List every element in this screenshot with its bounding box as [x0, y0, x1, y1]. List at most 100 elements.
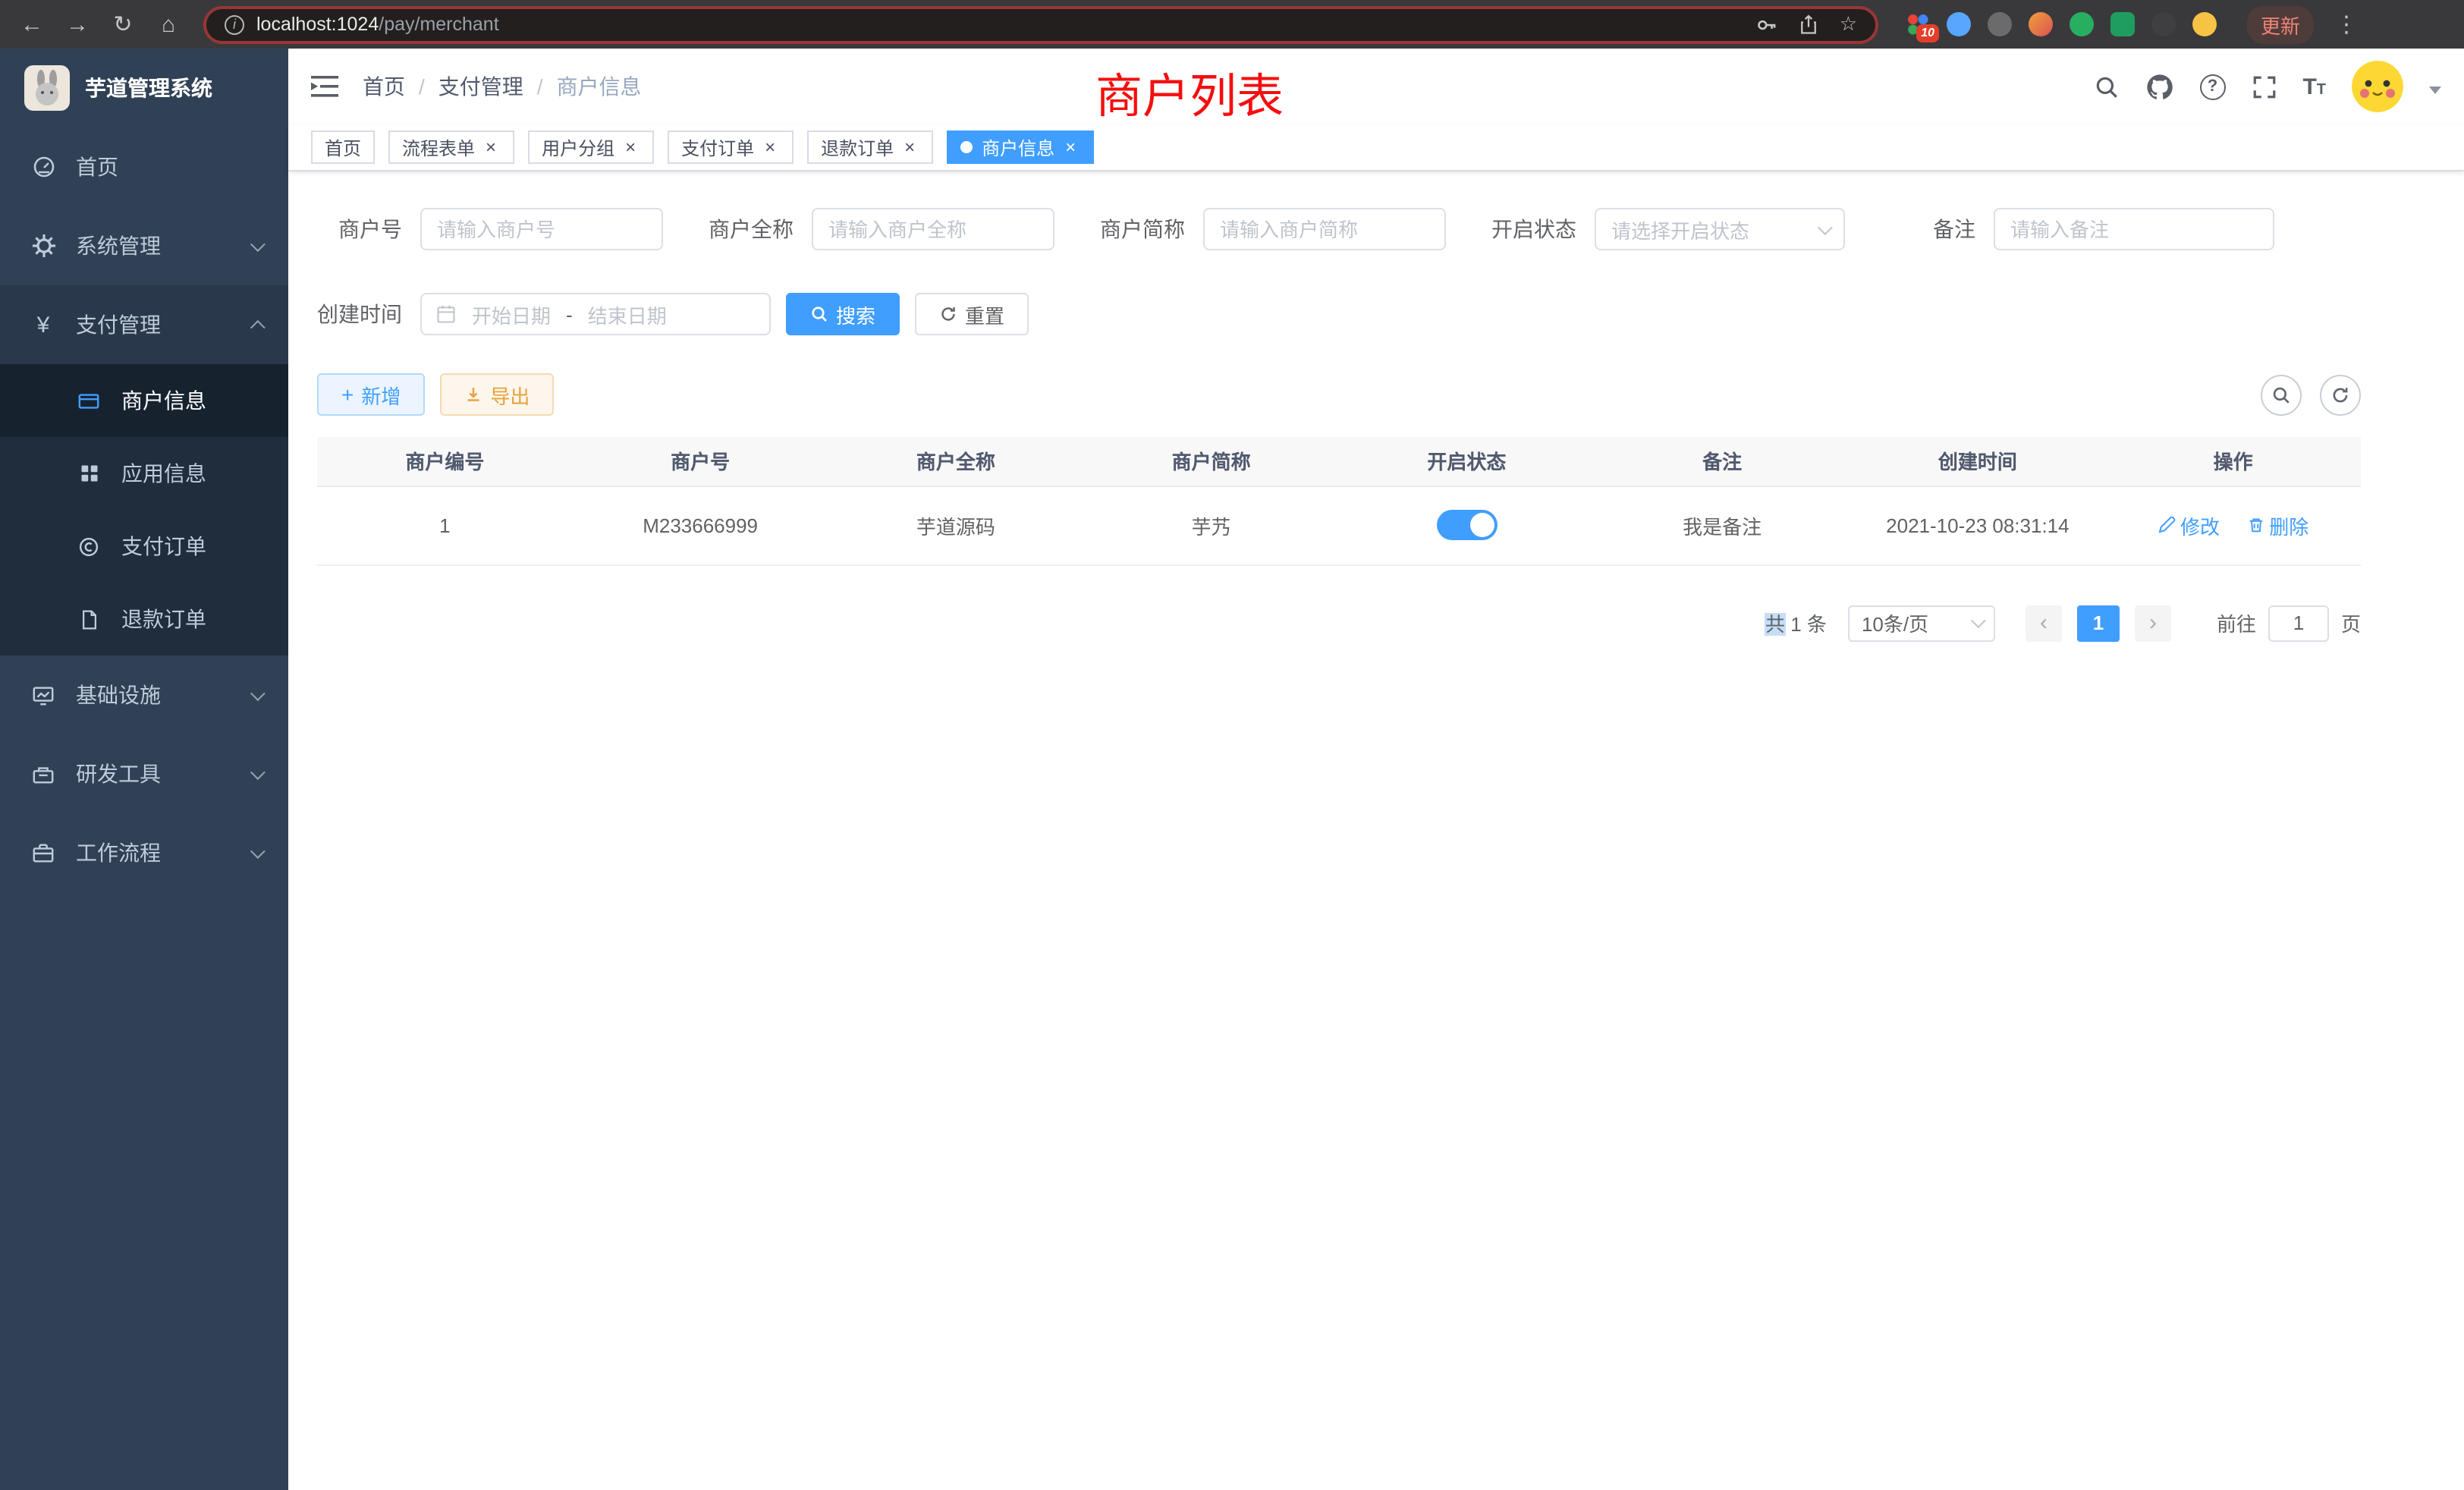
sidebar-item-app-info[interactable]: 应用信息 [0, 437, 288, 510]
browser-toolbar: ← → ↻ ⌂ i localhost:1024/pay/merchant ☆ … [0, 0, 2464, 49]
table-header-row: 商户编号 商户号 商户全称 商户简称 开启状态 备注 创建时间 操作 [317, 437, 2361, 486]
dashboard-icon [30, 154, 56, 180]
share-icon[interactable] [1799, 13, 1820, 36]
status-select[interactable]: 请选择开启状态 [1595, 208, 1845, 250]
column-header: 创建时间 [1850, 437, 2106, 486]
font-size-icon[interactable]: TT [2302, 75, 2326, 98]
status-toggle[interactable] [1436, 510, 1497, 540]
extension-icon-6[interactable] [2110, 12, 2135, 36]
grid-icon [76, 461, 102, 486]
close-icon[interactable]: × [760, 137, 780, 157]
search-button[interactable]: 搜索 [786, 293, 900, 335]
sidebar-item-label: 退款订单 [121, 604, 206, 634]
github-icon[interactable] [2145, 72, 2173, 101]
tags-view-bar: 首页 流程表单 × 用户分组 × 支付订单 × 退款订单 × 商户信息 × [288, 124, 2464, 171]
filter-row-2: 创建时间 开始日期 - 结束日期 搜索 重置 [317, 293, 2361, 335]
reset-button[interactable]: 重置 [915, 293, 1029, 335]
sidebar-item-merchant-info[interactable]: 商户信息 [0, 364, 288, 437]
chrome-update-button[interactable]: 更新 [2247, 5, 2314, 43]
export-button[interactable]: 导出 [440, 373, 554, 416]
remark-input[interactable] [1994, 208, 2274, 250]
field-label: 创建时间 [317, 299, 402, 329]
navbar-actions: ? TT [2093, 61, 2441, 112]
extension-icon-2[interactable] [1947, 12, 1971, 36]
close-icon[interactable]: × [1061, 137, 1080, 157]
breadcrumb-home[interactable]: 首页 [363, 71, 405, 102]
breadcrumb: 首页 / 支付管理 / 商户信息 [363, 71, 642, 102]
extension-icon-4[interactable] [2029, 12, 2053, 36]
user-avatar[interactable] [2352, 61, 2403, 112]
filter-remark: 备注 [1890, 208, 2274, 250]
sidebar-item-system[interactable]: 系统管理 [0, 206, 288, 285]
app-logo[interactable]: 芋道管理系统 [0, 49, 288, 127]
collapse-sidebar-icon[interactable] [311, 74, 338, 99]
extension-icon-1[interactable]: 10 [1906, 12, 1930, 36]
app-title: 芋道管理系统 [85, 73, 212, 103]
browser-menu-icon[interactable]: ⋮ [2335, 11, 2358, 38]
user-menu-caret-icon[interactable] [2429, 86, 2441, 99]
cell-full-name: 芋道源码 [828, 486, 1084, 564]
fullscreen-icon[interactable] [2251, 74, 2277, 99]
tab-merchant-info[interactable]: 商户信息 × [947, 130, 1094, 164]
short-name-input[interactable] [1203, 208, 1446, 250]
date-range-picker[interactable]: 开始日期 - 结束日期 [420, 293, 771, 335]
sidebar-item-home[interactable]: 首页 [0, 127, 288, 206]
site-info-icon[interactable]: i [225, 14, 244, 34]
merchant-no-input[interactable] [420, 208, 663, 250]
sidebar-item-refund-order[interactable]: 退款订单 [0, 583, 288, 655]
refresh-table-button[interactable] [2320, 374, 2361, 415]
filter-full-name: 商户全称 [709, 208, 1054, 250]
url-path: /pay/merchant [379, 14, 498, 35]
gear-icon [30, 233, 56, 259]
goto-page-input[interactable] [2268, 605, 2329, 641]
field-label: 商户号 [317, 214, 402, 244]
cell-actions: 修改 删除 [2105, 486, 2361, 564]
extension-icon-5[interactable] [2070, 12, 2094, 36]
bookmark-star-icon[interactable]: ☆ [1840, 12, 1857, 36]
add-button[interactable]: + 新增 [317, 373, 425, 416]
sidebar-item-payment[interactable]: ¥ 支付管理 [0, 285, 288, 364]
tab-refund-order[interactable]: 退款订单 × [807, 130, 933, 164]
extension-icon-8[interactable] [2192, 12, 2217, 36]
close-icon[interactable]: × [900, 137, 919, 157]
tab-user-group[interactable]: 用户分组 × [528, 130, 654, 164]
next-page-button[interactable]: › [2135, 605, 2171, 641]
active-tab-dot [960, 141, 973, 153]
main-area: 首页 / 支付管理 / 商户信息 商户列表 ? TT [288, 49, 2464, 1490]
tab-home[interactable]: 首页 [311, 130, 375, 164]
prev-page-button[interactable]: ‹ [2026, 605, 2062, 641]
password-key-icon[interactable] [1756, 13, 1779, 36]
tab-process-form[interactable]: 流程表单 × [388, 130, 514, 164]
calendar-icon [435, 303, 457, 325]
sidebar-item-workflow[interactable]: 工作流程 [0, 813, 288, 892]
edit-link[interactable]: 修改 [2158, 511, 2220, 539]
toggle-search-button[interactable] [2261, 374, 2302, 415]
field-label: 开启状态 [1491, 214, 1576, 244]
plus-icon: + [341, 384, 354, 405]
sidebar-item-dev-tools[interactable]: 研发工具 [0, 734, 288, 813]
search-icon[interactable] [2093, 74, 2119, 99]
extension-icon-7[interactable] [2151, 12, 2176, 36]
page-size-select[interactable]: 10条/页 [1848, 605, 1995, 641]
page-content: 商户号 商户全称 商户简称 开启状态 请选择开启状态 [317, 171, 2361, 641]
tab-pay-order[interactable]: 支付订单 × [668, 130, 794, 164]
sidebar-item-label: 商户信息 [121, 385, 206, 416]
address-bar[interactable]: i localhost:1024/pay/merchant ☆ [203, 5, 1878, 43]
sidebar-item-pay-order[interactable]: 支付订单 [0, 510, 288, 583]
page-number-1[interactable]: 1 [2077, 605, 2120, 641]
close-icon[interactable]: × [621, 137, 640, 157]
sidebar-item-infrastructure[interactable]: 基础设施 [0, 655, 288, 734]
chevron-down-icon [1971, 613, 1986, 628]
reload-icon[interactable]: ↻ [106, 8, 140, 41]
delete-link[interactable]: 删除 [2246, 511, 2308, 539]
home-icon[interactable]: ⌂ [152, 8, 185, 41]
full-name-input[interactable] [812, 208, 1054, 250]
monitor-icon [30, 682, 56, 708]
help-icon[interactable]: ? [2199, 74, 2225, 99]
back-icon[interactable]: ← [15, 8, 49, 41]
forward-icon[interactable]: → [61, 8, 94, 41]
breadcrumb-payment[interactable]: 支付管理 [438, 71, 523, 102]
close-icon[interactable]: × [481, 137, 501, 157]
chevron-down-icon [250, 685, 266, 700]
extension-icon-3[interactable] [1988, 12, 2012, 36]
